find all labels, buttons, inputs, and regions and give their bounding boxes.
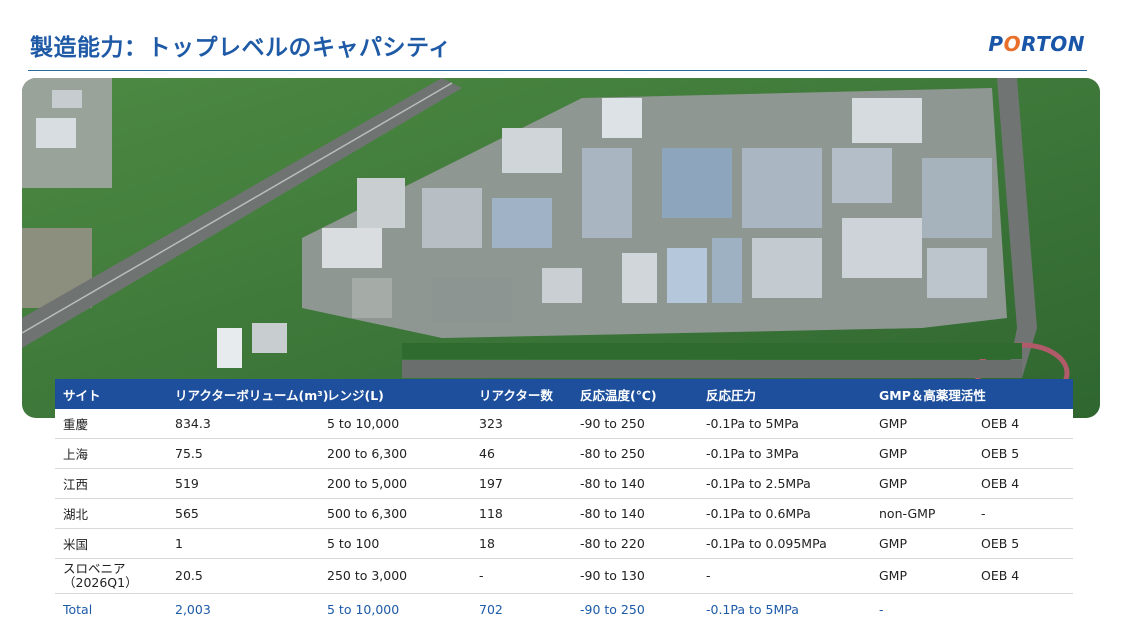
table-row: 湖北 565 500 to 6,300 118 -80 to 140 -0.1P… [55, 498, 1073, 529]
table-row: 米国 1 5 to 100 18 -80 to 220 -0.1Pa to 0.… [55, 528, 1073, 559]
cell-temp: -90 to 130 [572, 558, 698, 594]
cell-temp: -80 to 250 [572, 438, 698, 469]
table-row: 上海 75.5 200 to 6,300 46 -80 to 250 -0.1P… [55, 438, 1073, 469]
cell-oeb: OEB 4 [973, 468, 1073, 499]
porton-logo: PORTON [988, 32, 1085, 56]
cell-range: 250 to 3,000 [319, 558, 471, 594]
cell-gmp: non-GMP [871, 498, 973, 529]
table-header-row: サイト リアクターボリューム(m³) レンジ(L) リアクター数 反応温度(℃)… [55, 379, 1073, 409]
cell-temp: -80 to 220 [572, 528, 698, 559]
capacity-table: サイト リアクターボリューム(m³) レンジ(L) リアクター数 反応温度(℃)… [55, 379, 1073, 624]
total-gmp: - [871, 593, 973, 624]
cell-gmp: GMP [871, 528, 973, 559]
cell-oeb: OEB 5 [973, 528, 1073, 559]
col-header-pressure: 反応圧力 [698, 379, 871, 409]
total-oeb [973, 593, 1073, 624]
cell-volume: 834.3 [167, 409, 319, 439]
cell-count: 118 [471, 498, 572, 529]
cell-volume: 1 [167, 528, 319, 559]
cell-temp: -80 to 140 [572, 468, 698, 499]
cell-oeb: - [973, 498, 1073, 529]
cell-volume: 75.5 [167, 438, 319, 469]
cell-count: 46 [471, 438, 572, 469]
cell-range: 5 to 100 [319, 528, 471, 559]
table-row: スロベニア （2026Q1） 20.5 250 to 3,000 - -90 t… [55, 558, 1073, 594]
cell-gmp: GMP [871, 558, 973, 594]
cell-range: 200 to 6,300 [319, 438, 471, 469]
cell-pressure: -0.1Pa to 2.5MPa [698, 468, 871, 499]
total-row: Total 2,003 5 to 10,000 702 -90 to 250 -… [55, 593, 1073, 624]
title-divider [28, 70, 1087, 71]
page-title: 製造能力：トップレベルのキャパシティ [30, 35, 452, 61]
cell-site: 米国 [55, 528, 167, 559]
cell-oeb: OEB 4 [973, 409, 1073, 439]
cell-pressure: -0.1Pa to 3MPa [698, 438, 871, 469]
cell-pressure: -0.1Pa to 5MPa [698, 409, 871, 439]
total-site: Total [55, 593, 167, 624]
col-header-oeb [973, 379, 1073, 409]
cell-site: スロベニア （2026Q1） [55, 558, 167, 594]
cell-temp: -90 to 250 [572, 409, 698, 439]
total-temp: -90 to 250 [572, 593, 698, 624]
cell-gmp: GMP [871, 438, 973, 469]
cell-range: 500 to 6,300 [319, 498, 471, 529]
col-header-count: リアクター数 [471, 379, 572, 409]
cell-site: 重慶 [55, 409, 167, 439]
cell-range: 200 to 5,000 [319, 468, 471, 499]
cell-site: 上海 [55, 438, 167, 469]
cell-gmp: GMP [871, 409, 973, 439]
cell-temp: -80 to 140 [572, 498, 698, 529]
cell-volume: 20.5 [167, 558, 319, 594]
cell-count: 18 [471, 528, 572, 559]
cell-count: 197 [471, 468, 572, 499]
cell-volume: 519 [167, 468, 319, 499]
col-header-temp: 反応温度(℃) [572, 379, 698, 409]
cell-count: - [471, 558, 572, 594]
cell-site: 湖北 [55, 498, 167, 529]
total-count: 702 [471, 593, 572, 624]
col-header-gmp: GMP＆高薬理活性 [871, 379, 986, 409]
total-pressure: -0.1Pa to 5MPa [698, 593, 871, 624]
cell-oeb: OEB 4 [973, 558, 1073, 594]
cell-count: 323 [471, 409, 572, 439]
table-row: 江西 519 200 to 5,000 197 -80 to 140 -0.1P… [55, 468, 1073, 499]
aerial-factory-photo [22, 78, 1100, 418]
cell-pressure: -0.1Pa to 0.095MPa [698, 528, 871, 559]
total-volume: 2,003 [167, 593, 319, 624]
table-row: 重慶 834.3 5 to 10,000 323 -90 to 250 -0.1… [55, 409, 1073, 439]
cell-pressure: -0.1Pa to 0.6MPa [698, 498, 871, 529]
cell-gmp: GMP [871, 468, 973, 499]
cell-volume: 565 [167, 498, 319, 529]
total-range: 5 to 10,000 [319, 593, 471, 624]
cell-site: 江西 [55, 468, 167, 499]
cell-range: 5 to 10,000 [319, 409, 471, 439]
col-header-site: サイト [55, 379, 167, 409]
col-header-volume: リアクターボリューム(m³) [167, 379, 328, 409]
cell-oeb: OEB 5 [973, 438, 1073, 469]
col-header-range: レンジ(L) [319, 379, 471, 409]
cell-pressure: - [698, 558, 871, 594]
